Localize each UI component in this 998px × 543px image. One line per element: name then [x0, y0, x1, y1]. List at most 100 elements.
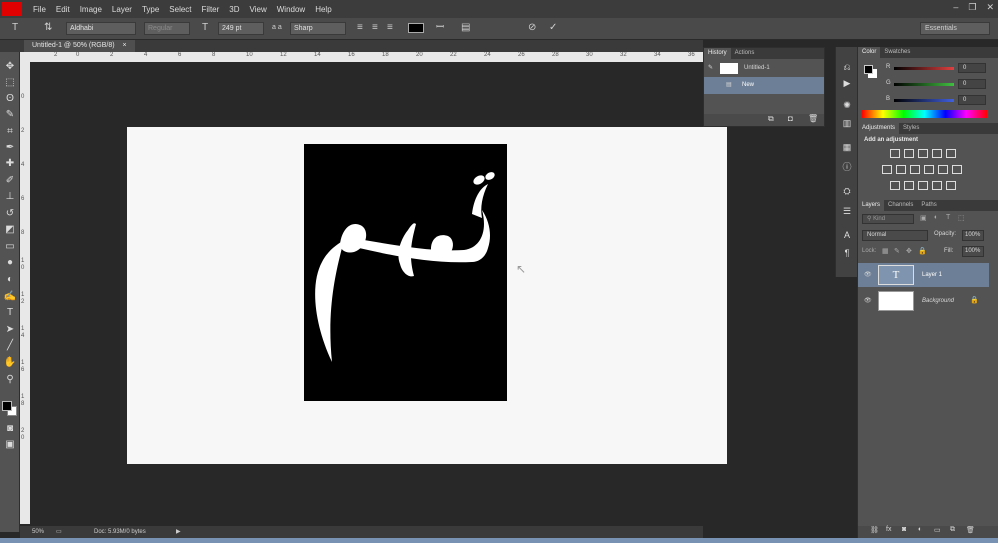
- quick-mask-icon[interactable]: ◙: [3, 422, 17, 436]
- align-right-icon[interactable]: ≡: [387, 21, 393, 35]
- tab-actions[interactable]: Actions: [731, 48, 759, 59]
- marquee-tool-icon[interactable]: ⬚: [3, 76, 17, 90]
- delete-state-icon[interactable]: 🗑: [808, 114, 818, 123]
- layer-row-layer-1[interactable]: 👁 T Layer 1: [858, 263, 989, 287]
- layer-name[interactable]: Background: [922, 289, 954, 313]
- layer-row-background[interactable]: 👁 Background 🔒: [858, 289, 989, 313]
- font-size-select[interactable]: 249 pt: [218, 22, 264, 35]
- menu-filter[interactable]: Filter: [197, 5, 225, 14]
- commit-edits-icon[interactable]: ✓: [549, 21, 557, 35]
- cancel-edits-icon[interactable]: ⊘: [528, 21, 536, 35]
- history-state-row[interactable]: ▤ New: [704, 77, 824, 94]
- brush-panel-icon[interactable]: ✺: [841, 99, 853, 111]
- brush-tool-icon[interactable]: ✐: [3, 174, 17, 188]
- menu-window[interactable]: Window: [272, 5, 310, 14]
- layer-style-icon[interactable]: fx: [886, 526, 891, 533]
- photo-filter-icon[interactable]: [924, 165, 934, 174]
- color-spectrum-bar[interactable]: [862, 110, 987, 118]
- tab-channels[interactable]: Channels: [884, 200, 917, 211]
- type-tool-icon[interactable]: T: [3, 306, 17, 320]
- blend-mode-select[interactable]: Normal: [862, 230, 928, 241]
- lock-image-icon[interactable]: ✎: [894, 247, 900, 255]
- lock-transparent-icon[interactable]: ▦: [882, 247, 889, 255]
- history-panel-icon[interactable]: ⎌: [841, 61, 853, 73]
- document-tab[interactable]: Untitled-1 @ 50% (RGB/8) ×: [24, 40, 135, 52]
- tool-presets-panel-icon[interactable]: ▦: [841, 141, 853, 153]
- black-white-icon[interactable]: [910, 165, 920, 174]
- tab-styles[interactable]: Styles: [899, 123, 923, 134]
- history-brush-tool-icon[interactable]: ↺: [3, 207, 17, 221]
- new-group-icon[interactable]: ▭: [934, 526, 941, 534]
- minimize-icon[interactable]: –: [953, 2, 958, 13]
- new-snapshot-icon[interactable]: ◘: [788, 114, 793, 123]
- line-tool-icon[interactable]: ╱: [3, 339, 17, 353]
- new-adjustment-layer-icon[interactable]: ◐: [918, 526, 922, 533]
- arabic-text-layer[interactable]: [304, 144, 507, 401]
- lasso-tool-icon[interactable]: ʘ: [3, 92, 17, 106]
- workspace-select[interactable]: Essentials: [920, 22, 990, 35]
- fill-input[interactable]: 100%: [962, 246, 984, 257]
- menu-edit[interactable]: Edit: [51, 5, 75, 14]
- history-brush-source-icon[interactable]: ✎: [708, 60, 713, 77]
- screen-mode-icon[interactable]: ▣: [3, 438, 17, 452]
- move-tool-icon[interactable]: ✥: [3, 60, 17, 74]
- filter-pixel-layers-icon[interactable]: ▣: [920, 214, 927, 222]
- text-orientation-icon[interactable]: ⇅: [44, 21, 52, 35]
- font-family-select[interactable]: Aldhabi: [66, 22, 136, 35]
- menu-select[interactable]: Select: [164, 5, 196, 14]
- eraser-tool-icon[interactable]: ◩: [3, 223, 17, 237]
- tab-swatches[interactable]: Swatches: [880, 47, 914, 58]
- clone-source-panel-icon[interactable]: ▥: [841, 117, 853, 129]
- delete-layer-icon[interactable]: 🗑: [966, 526, 975, 534]
- adjust-panel-icon[interactable]: ☰: [841, 205, 853, 217]
- font-style-select[interactable]: Regular: [144, 22, 190, 35]
- healing-brush-tool-icon[interactable]: ✚: [3, 157, 17, 171]
- align-center-icon[interactable]: ≡: [372, 21, 378, 35]
- color-lookup-icon[interactable]: [952, 165, 962, 174]
- layer-filter-select[interactable]: ⚲ Kind: [862, 214, 914, 224]
- filter-shape-layers-icon[interactable]: ⬚: [958, 214, 965, 222]
- channel-b-value[interactable]: 0: [958, 95, 986, 105]
- filter-adjustment-layers-icon[interactable]: ◐: [934, 214, 938, 221]
- zoom-level[interactable]: 50%: [32, 526, 44, 538]
- warp-text-icon[interactable]: ꟷ: [436, 21, 444, 35]
- brightness-contrast-icon[interactable]: [890, 149, 900, 158]
- gradient-tool-icon[interactable]: ▭: [3, 240, 17, 254]
- info-panel-icon[interactable]: ⓘ: [841, 161, 853, 173]
- menu-view[interactable]: View: [245, 5, 272, 14]
- properties-panel-icon[interactable]: ⛭: [841, 185, 853, 197]
- link-layers-icon[interactable]: ⛓: [870, 526, 879, 534]
- character-panel-icon[interactable]: A: [841, 229, 853, 241]
- threshold-icon[interactable]: [918, 181, 928, 190]
- menu-image[interactable]: Image: [75, 5, 107, 14]
- eyedropper-tool-icon[interactable]: ✒: [3, 141, 17, 155]
- align-left-icon[interactable]: ≡: [357, 21, 363, 35]
- channel-r-value[interactable]: 0: [958, 63, 986, 73]
- visibility-eye-icon[interactable]: 👁: [864, 289, 872, 313]
- menu-help[interactable]: Help: [310, 5, 336, 14]
- invert-icon[interactable]: [890, 181, 900, 190]
- quick-selection-tool-icon[interactable]: ✎: [3, 108, 17, 122]
- tab-paths[interactable]: Paths: [917, 200, 940, 211]
- gradient-map-icon[interactable]: [932, 181, 942, 190]
- lock-position-icon[interactable]: ✥: [906, 247, 912, 255]
- clone-stamp-tool-icon[interactable]: ⊥: [3, 190, 17, 204]
- tab-adjustments[interactable]: Adjustments: [858, 123, 900, 134]
- channel-g-slider[interactable]: [894, 83, 954, 86]
- tab-history[interactable]: History: [704, 48, 731, 59]
- crop-tool-icon[interactable]: ⌗: [3, 125, 17, 139]
- new-layer-icon[interactable]: ⧉: [950, 526, 955, 534]
- antialias-select[interactable]: Sharp: [290, 22, 346, 35]
- filter-type-layers-icon[interactable]: T: [946, 214, 950, 221]
- exposure-icon[interactable]: [932, 149, 942, 158]
- actions-panel-icon[interactable]: ▶: [841, 77, 853, 89]
- status-menu-arrow-icon[interactable]: ▶: [176, 526, 181, 538]
- close-tab-icon[interactable]: ×: [123, 42, 127, 49]
- visibility-eye-icon[interactable]: 👁: [864, 263, 872, 287]
- levels-icon[interactable]: [904, 149, 914, 158]
- selective-color-icon[interactable]: [946, 181, 956, 190]
- text-color-swatch[interactable]: [408, 23, 424, 33]
- status-preview-icon[interactable]: ▭: [56, 526, 62, 538]
- tab-color[interactable]: Color: [858, 47, 881, 58]
- history-snapshot-row[interactable]: ✎ Untitled-1: [704, 60, 824, 77]
